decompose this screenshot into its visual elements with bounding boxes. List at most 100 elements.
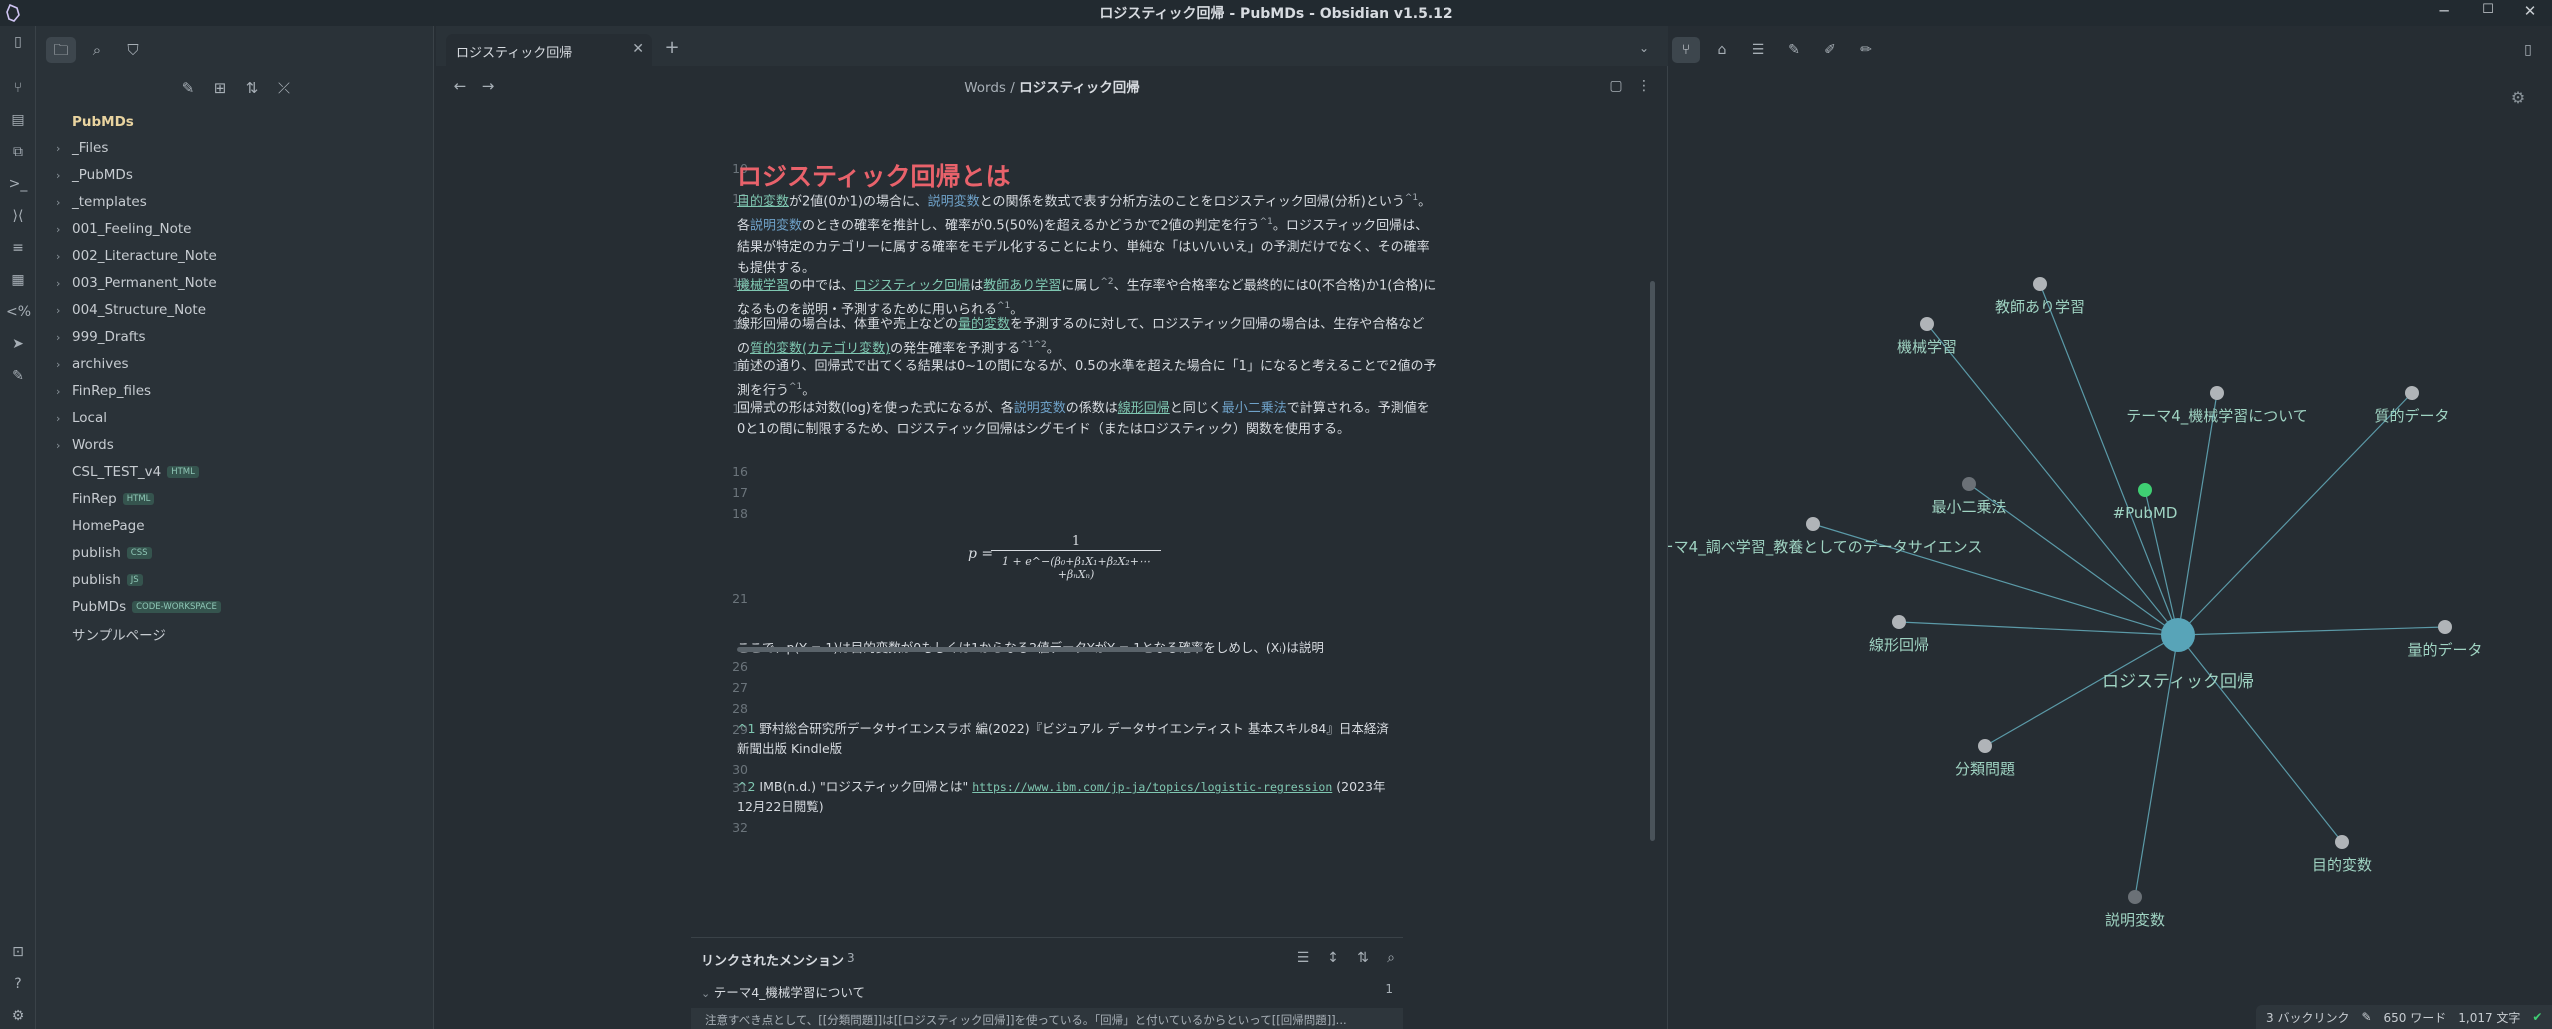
folder-item[interactable]: › _PubMDs (56, 163, 133, 187)
new-tab-button[interactable]: + (660, 36, 684, 60)
graph-center-node[interactable] (2161, 618, 2195, 652)
wikilink-explanatory-variable[interactable]: 説明変数 (928, 194, 980, 209)
wikilink-logistic-regression[interactable]: ロジスティック回帰 (854, 278, 970, 293)
footnote-ref[interactable]: ^1 (1405, 193, 1418, 203)
graph-node[interactable] (2138, 483, 2152, 497)
graph-node[interactable] (1920, 317, 1934, 331)
wikilink-least-squares[interactable]: 最小二乗法 (1222, 401, 1287, 416)
horizontal-scrollbar[interactable] (737, 647, 1203, 652)
help-icon[interactable]: ? (6, 972, 30, 996)
folder-item[interactable]: › _Files (56, 136, 108, 160)
text: に属し (1061, 278, 1101, 294)
sidebar-toggle-icon[interactable]: ▯ (6, 30, 30, 54)
footnote-ref[interactable]: ^1 (997, 301, 1010, 311)
code-icon[interactable]: <% (6, 300, 31, 324)
wikilink-explanatory-variable[interactable]: 説明変数 (1014, 401, 1066, 416)
folder-item[interactable]: › 001_Feeling_Note (56, 217, 192, 241)
footnote-ref[interactable]: ^1 (789, 382, 802, 392)
graph-node[interactable] (1806, 517, 1820, 531)
sort-button[interactable]: ⇅ (240, 76, 264, 100)
settings-icon[interactable]: ⚙ (6, 1004, 30, 1028)
list-icon[interactable]: ☰ (1291, 946, 1315, 970)
new-note-button[interactable]: ✎ (176, 76, 200, 100)
folder-item[interactable]: › Words (56, 433, 114, 457)
file-item[interactable]: publish JS (72, 568, 143, 592)
folder-item[interactable]: › 004_Structure_Note (56, 298, 206, 322)
folder-item[interactable]: › 002_Literacture_Note (56, 244, 217, 268)
footnote-text: IMB(n.d.) "ロジスティック回帰とは" (759, 779, 969, 794)
collapse-all-button[interactable]: ⤫ (272, 76, 296, 100)
wikilink-linear-regression[interactable]: 線形回帰 (1118, 401, 1170, 416)
close-tab-icon[interactable]: ✕ (632, 41, 644, 57)
footnote-ref[interactable]: ^2 (1100, 277, 1113, 287)
command-palette-icon[interactable]: >_ (6, 172, 30, 196)
graph-node[interactable] (2438, 620, 2452, 634)
folder-item[interactable]: › Local (56, 406, 107, 430)
new-note-icon[interactable]: ▤ (6, 108, 30, 132)
new-folder-button[interactable]: ⊞ (208, 76, 232, 100)
backlink-snippet[interactable]: 注意すべき点として、[[分類問題]]は[[ロジスティック回帰]]を使っている。「… (691, 1008, 1403, 1029)
copy-icon[interactable]: ⧉ (6, 140, 30, 164)
bookmarks-tab-icon[interactable]: ⛉ (118, 37, 148, 63)
wikilink-quantitative-variable[interactable]: 量的変数 (958, 317, 1010, 332)
send-icon[interactable]: ➤ (6, 332, 30, 356)
chevron-right-icon: › (56, 222, 61, 236)
minimize-button[interactable]: ─ (2424, 2, 2464, 24)
graph-center-label: ロジスティック回帰 (2102, 672, 2254, 692)
folder-item[interactable]: › FinRep_files (56, 379, 151, 403)
maximize-button[interactable]: ☐ (2468, 2, 2508, 24)
sort-icon[interactable]: ⇅ (1351, 946, 1375, 970)
wikilink-supervised-learning[interactable]: 教師あり学習 (983, 278, 1061, 293)
vscode-icon[interactable]: ⟩⟨ (6, 204, 30, 228)
expand-icon[interactable]: ↕ (1321, 946, 1345, 970)
graph-node[interactable] (2210, 386, 2224, 400)
file-item[interactable]: publish CSS (72, 541, 152, 565)
wikilink-objective-variable[interactable]: 目的変数 (737, 194, 789, 209)
files-tab-icon[interactable]: 🗀 (46, 37, 76, 63)
graph-node[interactable] (1978, 739, 1992, 753)
folder-item[interactable]: › 999_Drafts (56, 325, 146, 349)
wikilink-machine-learning[interactable]: 機械学習 (737, 278, 789, 293)
vault-switcher-icon[interactable]: ⊡ (6, 940, 30, 964)
breadcrumb-folder[interactable]: Words (964, 80, 1006, 96)
file-item[interactable]: HomePage (72, 514, 145, 538)
file-item[interactable]: CSL_TEST_v4 HTML (72, 460, 199, 484)
graph-node[interactable] (2033, 277, 2047, 291)
graph-node[interactable] (2405, 386, 2419, 400)
reading-view-icon[interactable]: ▢ (1604, 74, 1628, 98)
backlink-item[interactable]: ⌄ テーマ4_機械学習について (701, 982, 865, 1001)
folder-item[interactable]: › archives (56, 352, 129, 376)
tab-logistic-regression[interactable]: ロジスティック回帰 ✕ (446, 34, 652, 66)
folder-item[interactable]: › _templates (56, 190, 147, 214)
graph-canvas[interactable]: 教師あり学習機械学習テーマ4_機械学習について 質的データ最小二乗法 #PubMD テ… (1668, 26, 2552, 1029)
file-item[interactable]: FinRep HTML (72, 487, 155, 511)
plugin-icon[interactable]: ✎ (6, 364, 30, 388)
footnote-ref[interactable]: ^1 (1260, 217, 1273, 227)
footnote-number[interactable]: ^1 (737, 721, 755, 736)
file-item[interactable]: PubMDs CODE-WORKSPACE (72, 595, 221, 619)
wikilink-explanatory-variable[interactable]: 説明変数 (750, 219, 802, 234)
wikilink-qualitative-variable[interactable]: 質的変数(カテゴリ変数) (750, 341, 890, 356)
graph-node[interactable] (2128, 890, 2142, 904)
pencil-icon[interactable]: ✎ (2361, 1010, 2371, 1024)
footnote-ref[interactable]: ^1^2 (1020, 340, 1047, 350)
footnote-number[interactable]: ^2 (737, 779, 755, 794)
search-tab-icon[interactable]: ⌕ (82, 37, 112, 63)
graph-node[interactable] (1892, 615, 1906, 629)
more-options-icon[interactable]: ⋮ (1632, 74, 1656, 98)
database-icon[interactable]: ≡ (6, 236, 30, 260)
folder-item[interactable]: › 003_Permanent_Note (56, 271, 217, 295)
file-item[interactable]: サンプルページ (72, 622, 166, 646)
chevron-down-icon[interactable]: ⌄ (1632, 36, 1656, 60)
search-icon[interactable]: ⌕ (1379, 946, 1403, 970)
vault-root[interactable]: PubMDs (72, 110, 134, 134)
backlink-count-status[interactable]: 3 バックリンク (2266, 1009, 2349, 1026)
footnote-url[interactable]: https://www.ibm.com/jp-ja/topics/logisti… (972, 780, 1332, 794)
close-window-button[interactable]: ✕ (2510, 2, 2550, 24)
file-extension-badge: HTML (122, 493, 155, 505)
graph-node[interactable] (1962, 477, 1976, 491)
graph-view-icon[interactable]: ⑂ (6, 76, 30, 100)
graph-node[interactable] (2335, 835, 2349, 849)
layout-icon[interactable]: ▦ (6, 268, 30, 292)
vertical-scrollbar[interactable] (1650, 281, 1655, 841)
